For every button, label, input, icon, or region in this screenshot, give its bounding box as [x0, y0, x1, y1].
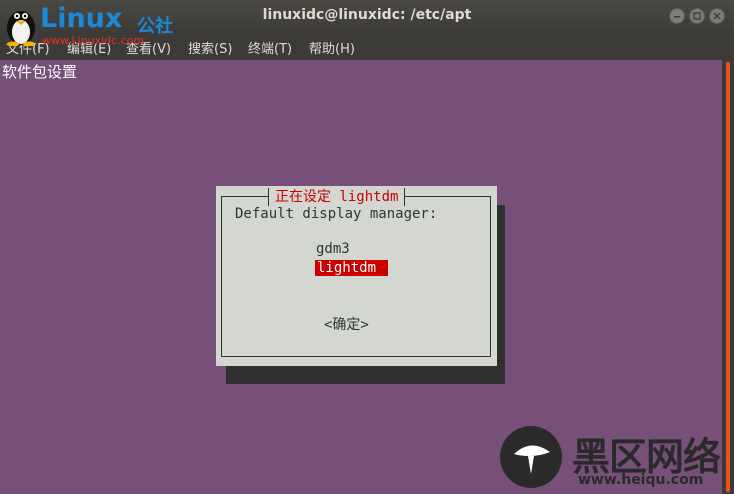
logo-url: www.Linuxidc.com — [42, 34, 145, 47]
menu-terminal[interactable]: 终端(T) — [248, 38, 292, 57]
dialog-title: 正在设定 lightdm — [268, 188, 406, 206]
minimize-icon — [674, 16, 680, 18]
ok-button[interactable]: <确定> — [324, 314, 369, 334]
mushroom-icon — [514, 445, 550, 474]
logo-text: Linux — [40, 3, 123, 34]
minimize-button[interactable] — [669, 8, 685, 24]
maximize-button[interactable] — [689, 8, 705, 24]
close-icon — [713, 12, 721, 20]
option-lightdm-selected[interactable]: lightdm — [315, 260, 388, 276]
watermark-url: www.heiqu.com — [578, 472, 704, 488]
heiqu-logo-icon — [500, 426, 562, 488]
linuxidc-logo: Linux 公社 www.Linuxidc.com — [4, 2, 194, 47]
close-button[interactable] — [709, 8, 725, 24]
tux-penguin-icon — [7, 11, 35, 46]
option-gdm3[interactable]: gdm3 — [316, 241, 350, 257]
menu-help[interactable]: 帮助(H) — [309, 38, 355, 57]
heiqu-watermark: 黑区网络 www.heiqu.com — [500, 426, 730, 490]
terminal-header: 软件包设置 — [2, 63, 78, 81]
maximize-icon — [693, 12, 701, 20]
dialog-prompt: Default display manager: — [235, 206, 438, 222]
menu-search[interactable]: 搜索(S) — [188, 38, 232, 57]
window-controls — [669, 8, 725, 24]
